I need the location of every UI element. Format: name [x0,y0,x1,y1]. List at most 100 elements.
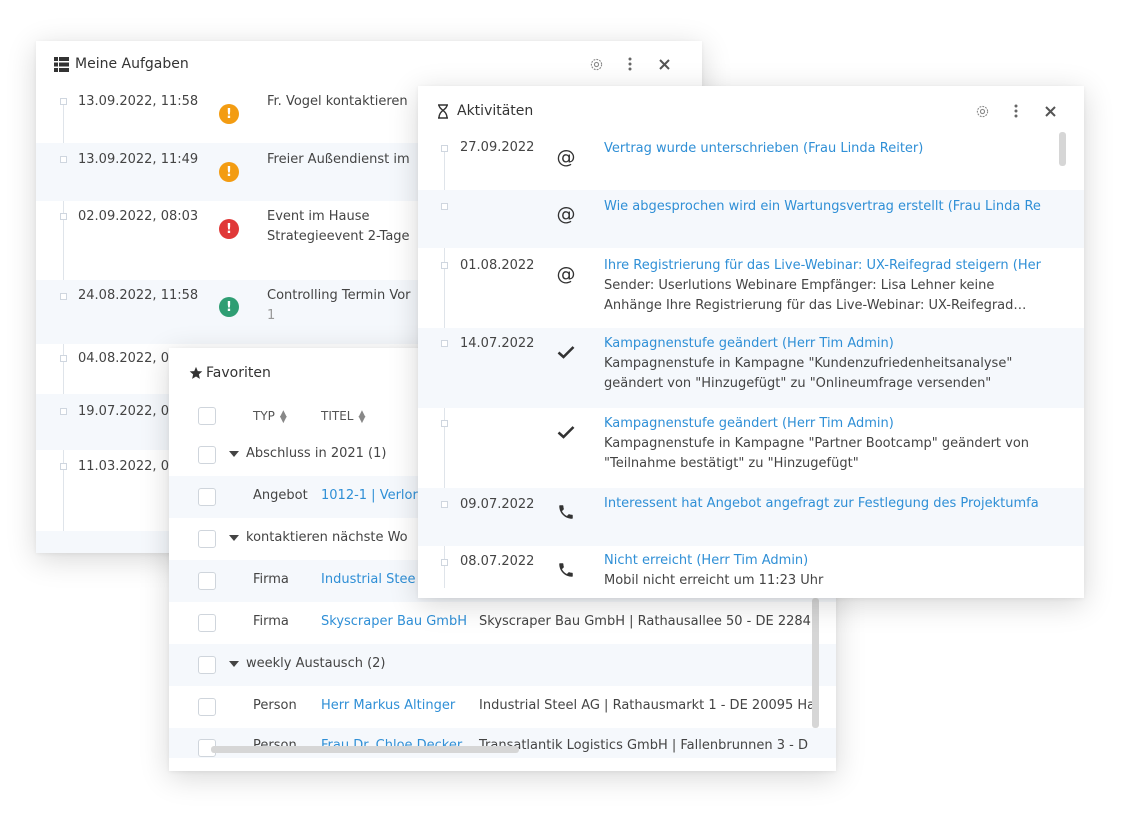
chevron-down-icon [229,450,239,457]
row-checkbox[interactable] [198,488,216,506]
timeline-dot [441,501,448,508]
activity-body-line: Mobil nicht erreicht um 11:23 Uhr [604,573,824,588]
more-vertical-icon[interactable] [622,56,638,72]
row-detail: Skyscraper Bau GmbH | Rathausallee 50 - … [479,614,816,629]
activity-title-link[interactable]: Kampagnenstufe geändert (Herr Tim Admin) [604,334,894,354]
group-row[interactable]: weekly Austausch (2) [169,644,836,686]
task-date: 02.09.2022, 08:03 [78,209,199,224]
activity-body-line: Anhänge Ihre Registrierung für das Live-… [604,298,1027,313]
activities-panel: Aktivitäten 27.09.2022 @ Vertrag wurde u… [418,86,1084,598]
activity-row[interactable]: @ Wie abgesprochen wird ein Wartungsvert… [418,190,1084,248]
table-row[interactable]: Person Herr Markus Altinger Industrial S… [169,686,836,728]
activity-title-link[interactable]: Ihre Registrierung für das Live-Webinar:… [604,256,1041,276]
phone-icon [554,500,578,524]
task-title: Controlling Termin Vor [267,288,411,303]
group-checkbox[interactable] [198,446,216,464]
row-checkbox[interactable] [198,614,216,632]
activity-body-line: Sender: Userlutions Webinare Empfänger: … [604,278,995,293]
vertical-scrollbar[interactable] [812,598,819,728]
check-icon [554,340,578,364]
activity-row[interactable]: 14.07.2022 Kampagnenstufe geändert (Herr… [418,328,1084,408]
row-detail: Transatlantik Logistics GmbH | Fallenbru… [479,738,809,753]
star-icon [188,365,204,381]
group-checkbox[interactable] [198,530,216,548]
sort-icon: ▲ ▼ [358,408,366,425]
row-type: Person [253,698,297,713]
tasks-header: Meine Aufgaben [36,41,702,87]
activity-title-link[interactable]: Nicht erreicht (Herr Tim Admin) [604,551,808,571]
row-title-link[interactable]: Skyscraper Bau GmbH [321,612,467,632]
timeline-dot [60,463,67,470]
activity-row[interactable]: Kampagnenstufe geändert (Herr Tim Admin)… [418,408,1084,488]
timeline-dot [441,262,448,269]
hourglass-icon [435,103,451,119]
more-vertical-icon[interactable] [1008,103,1024,119]
row-checkbox[interactable] [198,572,216,590]
timeline-dot [441,145,448,152]
table-row[interactable]: Firma Skyscraper Bau GmbH Skyscraper Bau… [169,602,836,644]
favorites-title: Favoriten [206,365,271,381]
list-icon [53,56,69,72]
check-icon [554,420,578,444]
activity-date: 08.07.2022 [460,554,535,569]
vertical-scrollbar[interactable] [1059,132,1066,166]
task-subtitle: 1 [267,308,276,323]
task-title: Fr. Vogel kontaktieren [267,94,408,109]
close-icon[interactable] [1042,103,1058,119]
timeline-dot [441,559,448,566]
phone-icon [554,558,578,582]
activity-title-link[interactable]: Wie abgesprochen wird ein Wartungsvertra… [604,197,1041,217]
tasks-title: Meine Aufgaben [75,56,189,72]
timeline-dot [60,408,67,415]
horizontal-scrollbar[interactable] [211,746,519,753]
select-all-checkbox[interactable] [198,407,216,425]
row-title-link[interactable]: Industrial Stee [321,570,415,590]
activity-row[interactable]: 08.07.2022 Nicht erreicht (Herr Tim Admi… [418,546,1084,598]
task-date: 04.08.2022, 04 [78,351,178,366]
group-checkbox[interactable] [198,656,216,674]
activity-date: 27.09.2022 [460,140,535,155]
warning-icon: ! [219,104,239,124]
close-icon[interactable] [656,56,672,72]
activities-title: Aktivitäten [457,103,534,119]
timeline-dot [441,340,448,347]
task-title: Freier Außendienst im [267,152,410,167]
group-label[interactable]: Abschluss in 2021 (1) [229,444,386,464]
task-date: 11.03.2022, 07: [78,459,182,474]
at-icon: @ [556,203,576,225]
timeline-dot [441,203,448,210]
chevron-down-icon [229,660,239,667]
activity-row[interactable]: 09.07.2022 Interessent hat Angebot angef… [418,488,1084,546]
row-title-link[interactable]: Herr Markus Altinger [321,696,455,716]
group-label[interactable]: weekly Austausch (2) [229,654,386,674]
gear-icon[interactable] [974,103,990,119]
timeline-dot [60,156,67,163]
activity-body-line: Kampagnenstufe in Kampagne "Partner Boot… [604,436,1030,451]
task-title: Event im Hause [267,209,370,224]
row-type: Angebot [253,488,308,503]
table-row[interactable]: Person Frau Dr. Chloe Decker Transatlant… [169,728,836,758]
activity-title-link[interactable]: Interessent hat Angebot angefragt zur Fe… [604,494,1039,514]
info-icon: ! [219,297,239,317]
task-date: 19.07.2022, 03: [78,404,182,419]
timeline-dot [441,420,448,427]
gear-icon[interactable] [588,56,604,72]
activities-header: Aktivitäten [418,86,1084,136]
task-date: 24.08.2022, 11:58 [78,288,199,303]
activity-date: 14.07.2022 [460,336,535,351]
activity-title-link[interactable]: Kampagnenstufe geändert (Herr Tim Admin) [604,414,894,434]
group-label[interactable]: kontaktieren nächste Wo [229,528,408,548]
chevron-down-icon [229,534,239,541]
column-header-type[interactable]: TYP ▲ ▼ [253,406,287,426]
row-title-link[interactable]: 1012-1 | Verlore [321,486,426,506]
column-header-title[interactable]: TITEL ▲ ▼ [321,406,365,426]
row-checkbox[interactable] [198,698,216,716]
activity-date: 09.07.2022 [460,497,535,512]
activity-row[interactable]: 27.09.2022 @ Vertrag wurde unterschriebe… [418,136,1084,190]
activity-body-line: Kampagnenstufe in Kampagne "Kundenzufrie… [604,356,1013,371]
timeline-dot [60,98,67,105]
row-detail: Industrial Steel AG | Rathausmarkt 1 - D… [479,698,816,713]
activity-title-link[interactable]: Vertrag wurde unterschrieben (Frau Linda… [604,139,923,159]
activity-row[interactable]: 01.08.2022 @ Ihre Registrierung für das … [418,248,1084,328]
row-type: Firma [253,572,289,587]
